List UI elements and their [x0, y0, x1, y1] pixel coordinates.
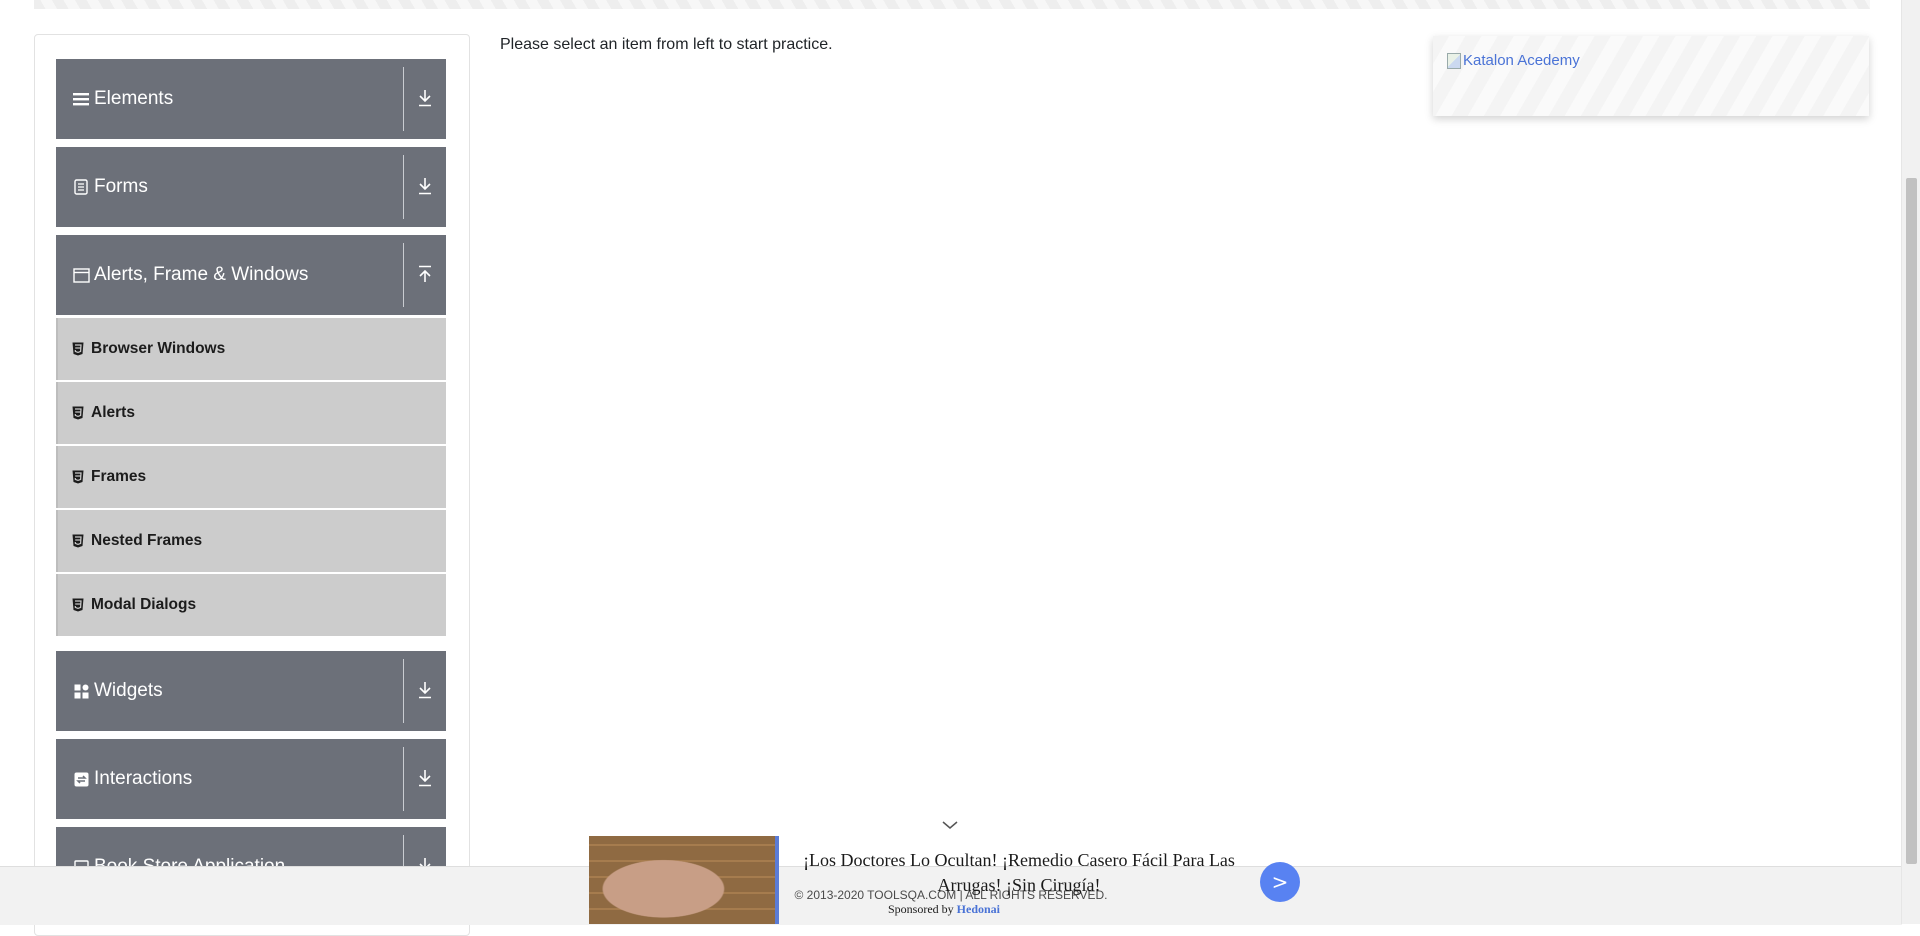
practice-instruction: Please select an item from left to start… — [500, 36, 833, 53]
menu-item-label: Browser Windows — [91, 340, 226, 357]
group-label: Alerts, Frame & Windows — [94, 264, 309, 285]
ad-cta-button[interactable]: > — [1260, 862, 1300, 902]
menu-item-modal-dialogs[interactable]: Modal Dialogs — [56, 574, 446, 636]
divider — [403, 155, 404, 219]
broken-image-icon — [1447, 52, 1461, 69]
vertical-scrollbar[interactable] — [1901, 0, 1920, 924]
ad-headline[interactable]: ¡Los Doctores Lo Ocultan! ¡Remedio Caser… — [789, 848, 1249, 898]
ad-image-alt-text: Katalon Acedemy — [1463, 52, 1580, 69]
sponsor-brand-link[interactable]: Hedonai — [957, 902, 1000, 916]
menu-item-label: Nested Frames — [91, 532, 203, 549]
group-header-interactions[interactable]: Interactions — [56, 739, 446, 819]
group-header-alerts-frame-windows[interactable]: Alerts, Frame & Windows — [56, 235, 446, 315]
group-label: Widgets — [94, 680, 163, 701]
expand-arrow-icon[interactable] — [412, 85, 438, 111]
menu-item-label: Frames — [91, 468, 147, 485]
bottom-sponsored-ad[interactable]: ¡Los Doctores Lo Ocultan! ¡Remedio Caser… — [589, 836, 1300, 924]
group-header-elements[interactable]: Elements — [56, 59, 446, 139]
header-banner-strip — [34, 0, 1870, 9]
hamburger-icon — [72, 90, 90, 108]
html5-icon — [72, 470, 84, 484]
menu-item-nested-frames[interactable]: Nested Frames — [56, 510, 446, 572]
window-icon — [72, 266, 90, 284]
sponsor-prefix: Sponsored by — [887, 902, 954, 916]
group-header-forms[interactable]: Forms — [56, 147, 446, 227]
collapse-arrow-icon[interactable] — [412, 261, 438, 287]
group-label: Elements — [94, 88, 174, 109]
divider — [403, 747, 404, 811]
html5-icon — [72, 598, 84, 612]
menu-item-browser-windows[interactable]: Browser Windows — [56, 318, 446, 380]
expand-arrow-icon[interactable] — [412, 765, 438, 791]
expand-arrow-icon[interactable] — [412, 677, 438, 703]
divider — [403, 243, 404, 307]
grid-icon — [72, 682, 90, 700]
html5-icon — [72, 342, 84, 356]
menu-item-frames[interactable]: Frames — [56, 446, 446, 508]
html5-icon — [72, 406, 84, 420]
ad-sponsor-line: Sponsored by Hedonai — [589, 902, 1299, 917]
interaction-icon — [72, 770, 90, 788]
scrollbar-thumb[interactable] — [1906, 178, 1917, 864]
group-label: Interactions — [94, 768, 193, 789]
katalon-ad-banner[interactable]: Katalon Acedemy — [1433, 36, 1869, 116]
document-icon — [72, 178, 90, 196]
group-header-widgets[interactable]: Widgets — [56, 651, 446, 731]
divider — [403, 67, 404, 131]
left-accordion-panel: Elements Forms Alerts, Frame & Windows B… — [34, 34, 470, 936]
ad-image-link[interactable]: Katalon Acedemy — [1447, 52, 1580, 69]
ad-collapse-chevron-icon[interactable] — [941, 818, 959, 832]
menu-item-label: Modal Dialogs — [91, 596, 197, 613]
menu-item-label: Alerts — [91, 404, 135, 421]
html5-icon — [72, 534, 84, 548]
expand-arrow-icon[interactable] — [412, 173, 438, 199]
group-label: Forms — [94, 176, 148, 197]
divider — [403, 659, 404, 723]
menu-item-alerts[interactable]: Alerts — [56, 382, 446, 444]
